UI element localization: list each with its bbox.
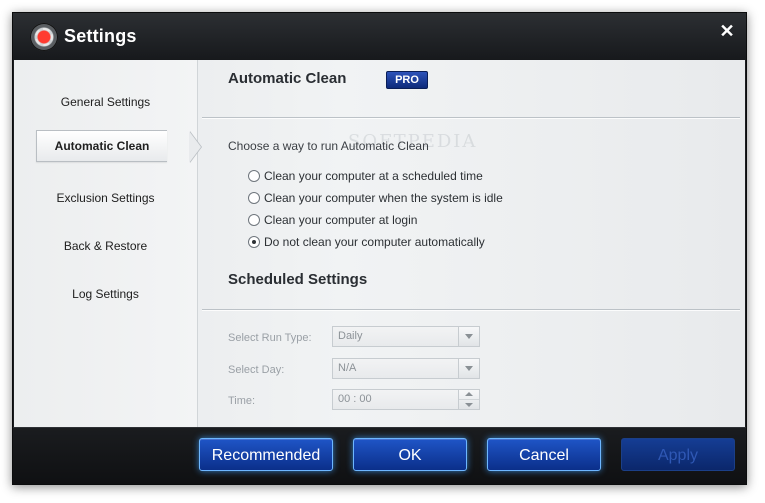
day-label: Select Day:: [228, 364, 285, 376]
time-spinner: [458, 390, 479, 409]
divider-top: [202, 117, 740, 118]
option-label: Clean your computer at login: [264, 213, 418, 227]
day-select[interactable]: N/A: [332, 358, 480, 379]
time-label: Time:: [228, 395, 256, 407]
footer-bar: Recommended OK Cancel Apply: [13, 427, 746, 484]
window-title: Settings: [64, 26, 137, 46]
settings-window: Settings ✕ General Settings Automatic Cl…: [12, 12, 747, 485]
sidebar-item-label: Automatic Clean: [54, 139, 150, 153]
radio-button-selected[interactable]: [248, 236, 260, 248]
recommended-button[interactable]: Recommended: [199, 438, 333, 471]
day-value: N/A: [338, 362, 357, 374]
sidebar-item-general-settings[interactable]: General Settings: [14, 86, 197, 118]
sidebar-item-exclusion-settings[interactable]: Exclusion Settings: [14, 182, 197, 214]
chevron-down-icon[interactable]: [458, 327, 479, 346]
apply-button[interactable]: Apply: [621, 438, 735, 471]
radio-button[interactable]: [248, 214, 260, 226]
scheduled-settings-title: Scheduled Settings: [228, 271, 368, 288]
titlebar: Settings ✕: [13, 13, 746, 60]
content-area: General Settings Automatic Clean Exclusi…: [14, 60, 745, 427]
run-type-value: Daily: [338, 330, 363, 342]
radio-button[interactable]: [248, 170, 260, 182]
option-label: Clean your computer at a scheduled time: [264, 169, 483, 183]
time-value: 00 : 00: [338, 393, 372, 405]
divider-scheduled: [202, 309, 740, 310]
spin-down-icon[interactable]: [459, 400, 479, 409]
sidebar-item-back-restore[interactable]: Back & Restore: [14, 230, 197, 262]
option-do-not-clean[interactable]: Do not clean your computer automatically: [248, 234, 485, 250]
option-label: Clean your computer when the system is i…: [264, 191, 503, 205]
active-indicator-arrow: [189, 131, 201, 163]
chevron-down-icon[interactable]: [458, 359, 479, 378]
ok-button[interactable]: OK: [353, 438, 467, 471]
run-type-label: Select Run Type:: [228, 332, 312, 344]
option-system-idle[interactable]: Clean your computer when the system is i…: [248, 190, 503, 206]
automatic-clean-title: Automatic Clean: [228, 70, 347, 87]
option-at-login[interactable]: Clean your computer at login: [248, 212, 417, 228]
pro-badge: PRO: [386, 71, 428, 89]
close-icon[interactable]: ✕: [718, 22, 736, 40]
gear-lifebuoy-icon: [30, 23, 58, 51]
sidebar-item-log-settings[interactable]: Log Settings: [14, 278, 197, 310]
radio-button[interactable]: [248, 192, 260, 204]
spin-up-icon[interactable]: [459, 390, 479, 400]
cancel-button[interactable]: Cancel: [487, 438, 601, 471]
option-label: Do not clean your computer automatically: [264, 235, 485, 249]
run-type-select[interactable]: Daily: [332, 326, 480, 347]
time-input[interactable]: 00 : 00: [332, 389, 480, 410]
automatic-clean-prompt: Choose a way to run Automatic Clean: [228, 139, 429, 153]
option-scheduled-time[interactable]: Clean your computer at a scheduled time: [248, 168, 483, 184]
sidebar: General Settings Automatic Clean Exclusi…: [14, 60, 201, 427]
sidebar-item-automatic-clean[interactable]: Automatic Clean: [36, 130, 201, 163]
